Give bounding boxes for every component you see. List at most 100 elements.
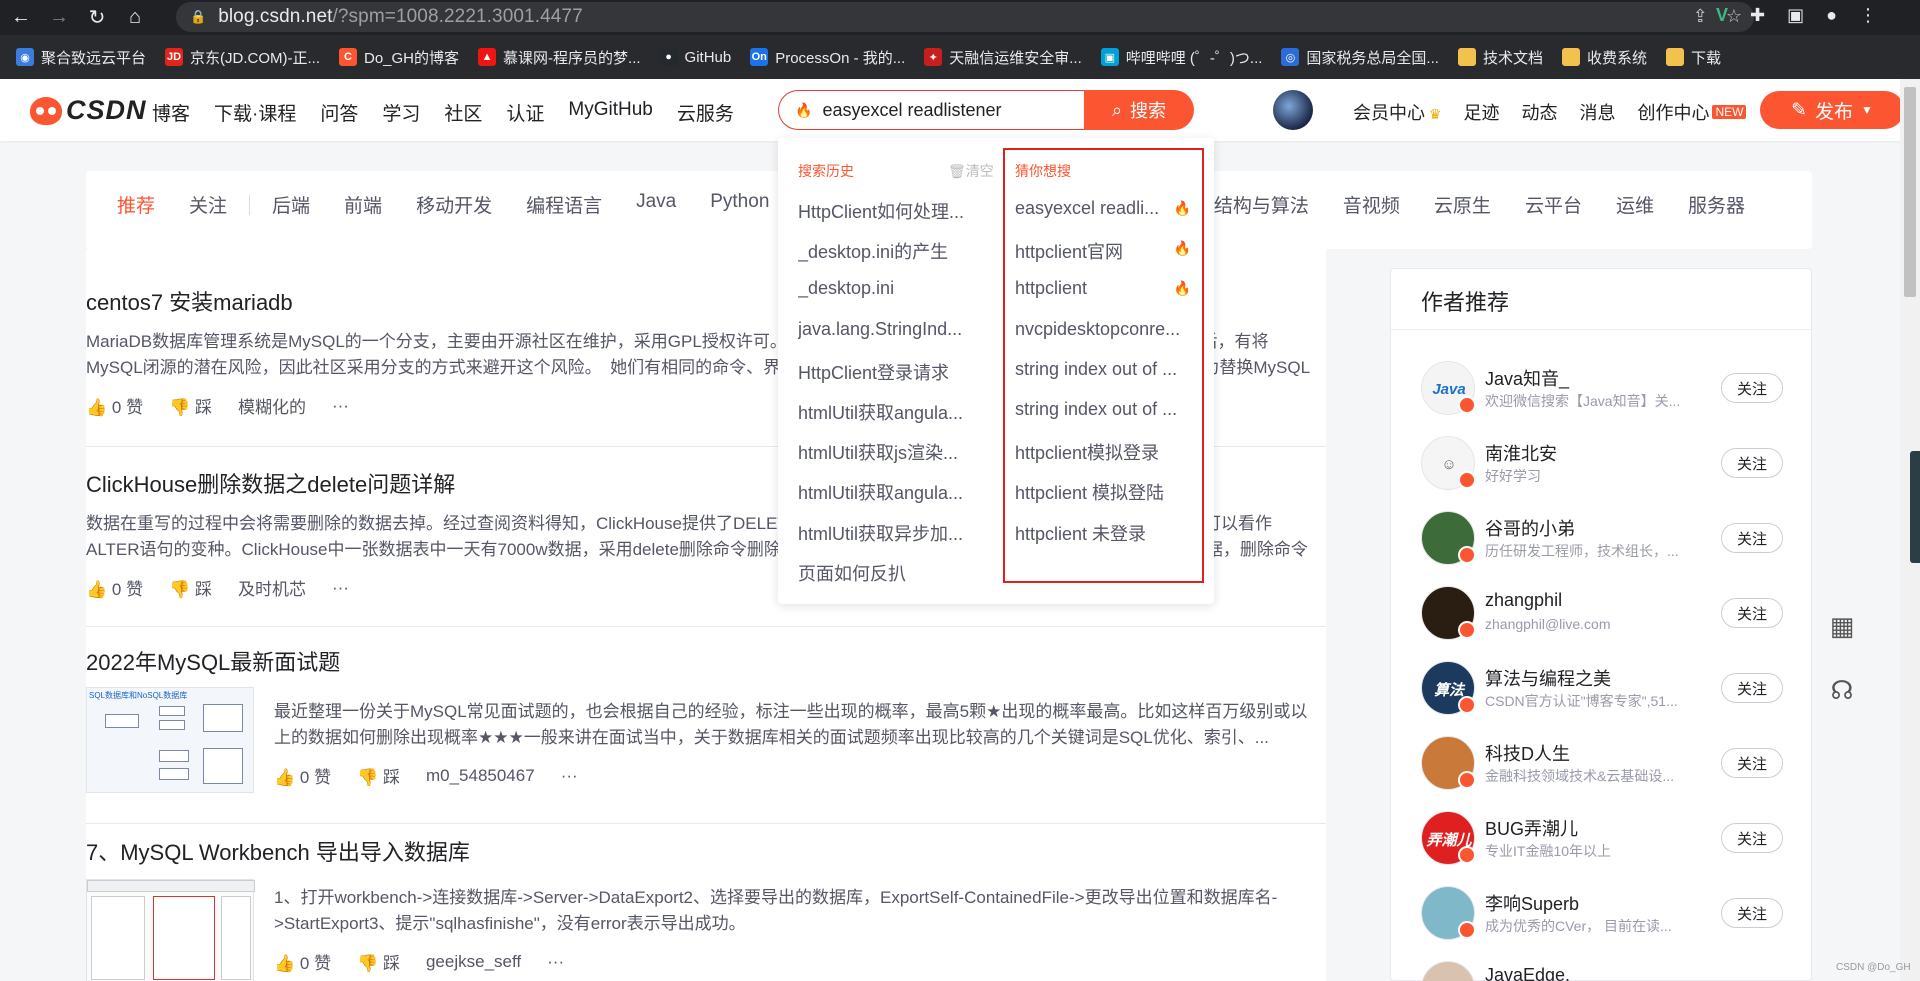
author-item[interactable]: zhangphil zhangphil@live.com 关注 xyxy=(1421,586,1801,642)
author-avatar[interactable]: 弄潮儿 xyxy=(1421,811,1476,865)
article-author[interactable]: m0_54850467 xyxy=(426,766,535,786)
dislike-button[interactable]: 👎 踩 xyxy=(169,575,212,600)
author-avatar[interactable]: ☺ xyxy=(1421,436,1476,490)
vue-devtools-icon[interactable]: V xyxy=(1716,5,1728,26)
search-history-item[interactable]: htmlUtil获取js渲染... xyxy=(798,439,978,465)
bookmark-item[interactable]: C Do_GH的博客 xyxy=(339,47,459,68)
author-name[interactable]: 李响Superb xyxy=(1485,890,1579,916)
search-history-item[interactable]: _desktop.ini的产生 xyxy=(798,238,978,264)
author-name[interactable]: zhangphil xyxy=(1485,590,1562,611)
category-tab[interactable]: 前端 xyxy=(344,191,382,219)
author-name[interactable]: BUG弄潮儿 xyxy=(1485,815,1578,841)
home-icon[interactable]: ⌂ xyxy=(118,3,152,33)
author-name[interactable]: JavaEdge. xyxy=(1485,965,1570,981)
author-name[interactable]: 南淮北安 xyxy=(1485,440,1557,466)
user-nav-item[interactable]: 会员中心 ♛ xyxy=(1353,99,1441,125)
author-name[interactable]: 算法与编程之美 xyxy=(1485,665,1611,691)
like-button[interactable]: 👍 0 赞 xyxy=(86,575,143,600)
follow-button[interactable]: 关注 xyxy=(1721,448,1783,478)
search-history-item[interactable]: htmlUtil获取异步加... xyxy=(798,520,978,546)
article-thumbnail[interactable]: SQL数据库和NoSQL数据库 xyxy=(86,687,254,793)
nav-item[interactable]: 社区 xyxy=(444,99,482,126)
nav-item[interactable]: 下载·课程 xyxy=(214,99,296,126)
search-history-item[interactable]: HttpClient登录请求 xyxy=(798,359,978,385)
category-tab[interactable]: 云平台 xyxy=(1525,191,1582,219)
author-name[interactable]: 谷哥的小弟 xyxy=(1485,515,1575,541)
article-author[interactable]: 模糊化的 xyxy=(238,393,306,418)
author-avatar[interactable] xyxy=(1421,586,1476,640)
more-icon[interactable]: ··· xyxy=(561,766,578,786)
forward-icon[interactable]: → xyxy=(42,3,76,33)
user-nav-item[interactable]: 创作中心 NEW xyxy=(1637,99,1747,125)
category-tab[interactable]: 运维 xyxy=(1616,191,1654,219)
search-history-item[interactable]: htmlUtil获取angula... xyxy=(798,399,978,425)
side-grip[interactable] xyxy=(1910,451,1920,563)
more-icon[interactable]: ··· xyxy=(547,952,564,972)
nav-item[interactable]: 问答 xyxy=(320,99,358,126)
follow-button[interactable]: 关注 xyxy=(1721,373,1783,403)
author-item[interactable]: 算法 算法与编程之美 CSDN官方认证"博客专家",51... 关注 xyxy=(1421,661,1801,717)
back-icon[interactable]: ← xyxy=(4,3,38,33)
author-avatar[interactable]: Java xyxy=(1421,361,1476,415)
author-item[interactable]: Java Java知音_ 欢迎微信搜索【Java知音】关... 关注 xyxy=(1421,361,1801,417)
dislike-button[interactable]: 👎 踩 xyxy=(357,763,400,788)
search-history-item[interactable]: 页面如何反扒 xyxy=(798,560,978,586)
bookmark-item[interactable]: ▣ 哔哩哔哩 (゜-゜)つ... xyxy=(1100,47,1262,68)
nav-item[interactable]: 博客 xyxy=(152,99,190,126)
search-button[interactable]: ⌕ 搜索 xyxy=(1084,90,1194,130)
article-thumbnail[interactable] xyxy=(86,879,255,981)
author-item[interactable]: JavaEdge. xyxy=(1421,961,1801,981)
extensions-icon[interactable]: ✚ xyxy=(1750,5,1765,26)
author-item[interactable]: ☺ 南淮北安 好好学习 关注 xyxy=(1421,436,1801,492)
category-tab[interactable]: 编程语言 xyxy=(526,191,602,219)
search-history-item[interactable]: HttpClient如何处理... xyxy=(798,198,978,224)
nav-item[interactable]: MyGitHub xyxy=(568,99,652,126)
more-icon[interactable]: ··· xyxy=(332,578,349,598)
category-tab[interactable]: Python xyxy=(710,191,769,219)
like-button[interactable]: 👍 0 赞 xyxy=(274,763,331,788)
author-item[interactable]: 科技D人生 金融科技领域技术&云基础设... 关注 xyxy=(1421,736,1801,792)
article-title[interactable]: 2022年MySQL最新面试题 xyxy=(86,645,1326,677)
bookmark-item[interactable]: On ProcessOn - 我的... xyxy=(750,47,905,68)
dislike-button[interactable]: 👎 踩 xyxy=(357,949,400,974)
article-title[interactable]: 7、MySQL Workbench 导出导入数据库 xyxy=(86,835,1326,867)
share-icon[interactable]: ⇪ xyxy=(1693,6,1708,27)
author-avatar[interactable] xyxy=(1421,511,1476,565)
author-item[interactable]: 弄潮儿 BUG弄潮儿 专业IT金融10年以上 关注 xyxy=(1421,811,1801,867)
qrcode-icon[interactable]: ▦ xyxy=(1822,606,1862,646)
publish-button[interactable]: ✎ 发布 ▼ xyxy=(1760,91,1904,129)
author-avatar[interactable] xyxy=(1421,961,1475,981)
author-name[interactable]: Java知音_ xyxy=(1485,365,1569,391)
nav-item[interactable]: 学习 xyxy=(382,99,420,126)
author-avatar[interactable] xyxy=(1421,736,1476,790)
csdn-logo[interactable]: CSDN xyxy=(30,95,147,126)
bookmark-item[interactable]: ✦ 天融信运维安全审... xyxy=(924,47,1082,68)
bookmark-item[interactable]: ◎ 国家税务总局全国... xyxy=(1281,47,1439,68)
search-history-item[interactable]: htmlUtil获取angula... xyxy=(798,479,978,505)
follow-button[interactable]: 关注 xyxy=(1721,523,1783,553)
follow-button[interactable]: 关注 xyxy=(1721,898,1783,928)
category-tab[interactable]: 云原生 xyxy=(1434,191,1491,219)
category-tab[interactable]: 音视频 xyxy=(1343,191,1400,219)
bookmark-item[interactable]: 收费系统 xyxy=(1561,47,1647,68)
author-avatar[interactable] xyxy=(1421,886,1476,940)
follow-button[interactable]: 关注 xyxy=(1721,823,1783,853)
search-input[interactable]: 🔥 easyexcel readlistener xyxy=(778,90,1084,130)
bookmark-item[interactable]: 下载 xyxy=(1665,47,1721,68)
follow-button[interactable]: 关注 xyxy=(1721,748,1783,778)
side-panel-icon[interactable]: ▣ xyxy=(1787,5,1804,26)
search-history-item[interactable]: java.lang.StringInd... xyxy=(798,319,978,340)
reload-icon[interactable]: ↻ xyxy=(80,3,114,33)
category-tab[interactable]: 后端 xyxy=(272,191,310,219)
bookmark-item[interactable]: ◉ 聚合致远云平台 xyxy=(16,47,146,68)
bookmark-item[interactable]: ● GitHub xyxy=(659,48,731,66)
headset-icon[interactable]: ☊ xyxy=(1822,670,1862,710)
article-author[interactable]: 及时机芯 xyxy=(238,575,306,600)
nav-item[interactable]: 云服务 xyxy=(677,99,734,126)
bookmark-item[interactable]: ▲ 慕课网-程序员的梦... xyxy=(478,47,641,68)
author-item[interactable]: 李响Superb 成为优秀的CVer， 目前在读... 关注 xyxy=(1421,886,1801,942)
scroll-thumb[interactable] xyxy=(1904,87,1916,297)
user-nav-item[interactable]: 动态 xyxy=(1521,99,1557,125)
category-tab[interactable]: 服务器 xyxy=(1688,191,1745,219)
article-item[interactable]: 2022年MySQL最新面试题 SQL数据库和NoSQL数据库 最近整理一份关于… xyxy=(86,645,1326,793)
